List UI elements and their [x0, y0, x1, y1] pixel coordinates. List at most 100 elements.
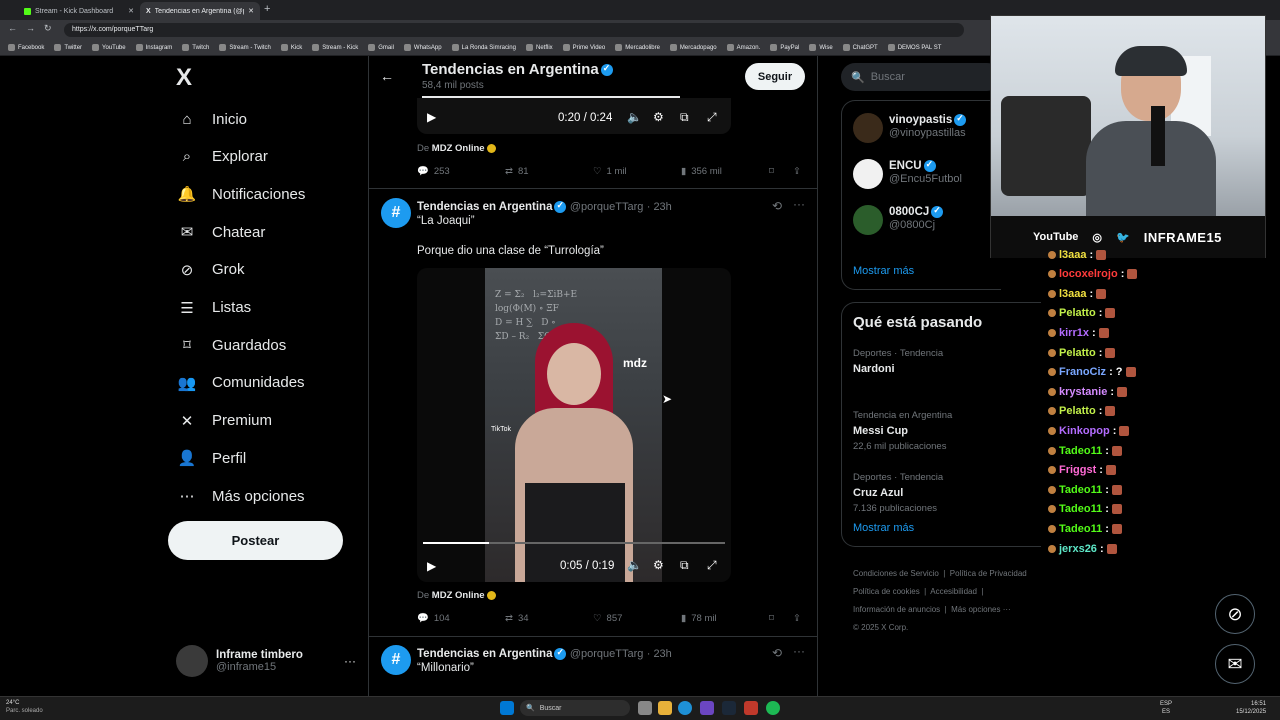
forward-icon[interactable]: →: [26, 23, 35, 33]
chat-username[interactable]: Pelatto: [1059, 347, 1096, 359]
bookmark-item[interactable]: Prime Video: [562, 44, 605, 51]
reply-button[interactable]: 💬 104: [417, 613, 505, 624]
close-icon[interactable]: ✕: [248, 7, 254, 15]
video-player[interactable]: ▶ 0:20 / 0:24 🔈 ⚙ ⧉ ⤢: [417, 98, 731, 134]
fullscreen-icon[interactable]: ⤢: [707, 558, 717, 573]
new-tab-button[interactable]: +: [264, 3, 270, 15]
discord-icon[interactable]: [700, 701, 714, 715]
chat-username[interactable]: Kinkopop: [1059, 425, 1110, 437]
volume-icon[interactable]: 🔈: [627, 110, 642, 124]
chat-username[interactable]: l3aaa: [1059, 288, 1087, 300]
trend-item[interactable]: Deportes · Tendencia Nardoni: [853, 348, 1033, 375]
bookmark-item[interactable]: Facebook: [8, 44, 44, 51]
suggested-account[interactable]: vinoypastis@vinoypastillas: [889, 113, 967, 139]
chat-username[interactable]: locoxelrojo: [1059, 268, 1118, 280]
pip-icon[interactable]: ⧉: [680, 110, 689, 125]
bookmark-item[interactable]: Amazon.: [726, 44, 760, 51]
bookmark-item[interactable]: Gmail: [368, 44, 394, 51]
chat-username[interactable]: Pelatto: [1059, 307, 1096, 319]
fullscreen-icon[interactable]: ⤢: [707, 110, 717, 125]
tweet-time[interactable]: · 23h: [647, 201, 672, 213]
reload-icon[interactable]: ↻: [44, 23, 52, 34]
follow-button[interactable]: Seguir: [745, 63, 805, 90]
chat-username[interactable]: krystanie: [1059, 386, 1107, 398]
author-name[interactable]: Tendencias en Argentina: [417, 201, 552, 213]
footer-link[interactable]: Información de anuncios: [853, 605, 940, 614]
nav-item-grok[interactable]: ⊘ Grok: [176, 252, 245, 288]
footer-link[interactable]: Política de cookies: [853, 587, 920, 596]
more-icon[interactable]: ···: [793, 197, 805, 211]
bookmark-item[interactable]: Stream - Twitch: [219, 44, 271, 51]
grok-icon[interactable]: ⟲: [772, 646, 782, 660]
account-switcher[interactable]: Inframe timbero @inframe15 ···: [176, 644, 356, 678]
source-link[interactable]: MDZ Online: [432, 143, 485, 154]
bookmark-icon[interactable]: ⌑: [769, 166, 793, 177]
trend-item[interactable]: Tendencia en Argentina Messi Cup 22,6 mil …: [853, 410, 1033, 452]
search-box[interactable]: 🔍 Buscar: [841, 63, 1001, 91]
nav-item-premium[interactable]: ✕ Premium: [176, 403, 272, 439]
language-indicator[interactable]: ESP ES: [1160, 700, 1172, 716]
settings-icon[interactable]: ⚙: [653, 110, 664, 124]
tab-kick-dashboard[interactable]: Stream - Kick Dashboard ✕: [18, 2, 140, 20]
grok-float-button[interactable]: ⊘: [1215, 594, 1255, 634]
bookmark-item[interactable]: La Ronda Simracing: [451, 44, 516, 51]
video-progress-track[interactable]: [423, 542, 725, 544]
chat-username[interactable]: jerxs26: [1059, 543, 1097, 555]
bookmark-item[interactable]: Mercadopago: [669, 44, 717, 51]
spotify-icon[interactable]: [766, 701, 780, 715]
bookmark-item[interactable]: PayPal: [770, 44, 799, 51]
messages-float-button[interactable]: ✉: [1215, 644, 1255, 684]
nav-item-explorar[interactable]: ⌕ Explorar: [176, 139, 268, 175]
chat-username[interactable]: Tadeo11: [1059, 503, 1102, 515]
chat-username[interactable]: Pelatto: [1059, 405, 1096, 417]
tab-tendencias[interactable]: X Tendencias en Argentina (@porqu ✕: [140, 2, 260, 20]
video-player[interactable]: Z = Σ₂ l₂=ΣiB+E log(Φ(M) ∘ ΞF D = H ∑ D ∘ Σ…: [417, 268, 731, 582]
avatar[interactable]: [853, 159, 883, 189]
bookmark-item[interactable]: Mercadolibre: [615, 44, 660, 51]
task-view-icon[interactable]: [638, 701, 652, 715]
chat-username[interactable]: kirr1x: [1059, 327, 1089, 339]
repost-button[interactable]: ⇄ 34: [505, 613, 593, 624]
bookmark-item[interactable]: YouTube: [92, 44, 126, 51]
footer-link[interactable]: Más opciones ···: [951, 605, 1011, 614]
pip-icon[interactable]: ⧉: [680, 558, 689, 573]
weather-widget[interactable]: 24°C Parc. soleado: [6, 699, 86, 715]
chat-username[interactable]: Friggst: [1059, 464, 1096, 476]
like-button[interactable]: ♡ 857: [593, 613, 681, 624]
nav-item-perfil[interactable]: 👤 Perfil: [176, 440, 247, 476]
views-button[interactable]: ▮ 78 mil: [681, 613, 769, 624]
close-icon[interactable]: ✕: [128, 7, 134, 15]
back-arrow-icon[interactable]: ←: [380, 68, 394, 84]
footer-link[interactable]: Accesibilidad: [930, 587, 977, 596]
source-link[interactable]: MDZ Online: [432, 590, 485, 601]
share-icon[interactable]: ⇪: [793, 166, 807, 177]
app-icon[interactable]: [744, 701, 758, 715]
chat-username[interactable]: l3aaa: [1059, 249, 1087, 261]
tweet-time[interactable]: · 23h: [647, 648, 672, 660]
nav-item-chatear[interactable]: ✉ Chatear: [176, 214, 266, 250]
post-button[interactable]: Postear: [168, 521, 343, 560]
nav-item-listas[interactable]: ☰ Listas: [176, 290, 251, 326]
share-icon[interactable]: ⇪: [793, 613, 807, 624]
chat-username[interactable]: Tadeo11: [1059, 523, 1102, 535]
suggested-account[interactable]: 0800CJ@0800Cj: [889, 205, 944, 231]
nav-item-comunidades[interactable]: 👥 Comunidades: [176, 365, 305, 401]
play-icon[interactable]: ▶: [427, 559, 436, 573]
avatar[interactable]: #: [381, 198, 411, 228]
url-input[interactable]: https://x.com/porqueTTarg: [64, 23, 964, 37]
clock[interactable]: 16:51 15/12/2025: [1236, 700, 1266, 716]
bookmark-item[interactable]: WhatsApp: [403, 44, 442, 51]
nav-item-inicio[interactable]: ⌂ Inicio: [176, 101, 247, 137]
more-icon[interactable]: ···: [793, 644, 805, 658]
file-explorer-icon[interactable]: [658, 701, 672, 715]
bookmark-icon[interactable]: ⌑: [769, 613, 793, 624]
avatar[interactable]: #: [381, 645, 411, 675]
bookmark-item[interactable]: Twitter: [54, 44, 82, 51]
bookmark-item[interactable]: Wise: [809, 44, 833, 51]
nav-item-guardados[interactable]: ⌑ Guardados: [176, 327, 286, 363]
bookmark-item[interactable]: Kick: [280, 44, 302, 51]
bookmark-item[interactable]: Stream - Kick: [312, 44, 358, 51]
author-handle[interactable]: @porqueTTarg: [570, 648, 644, 660]
settings-icon[interactable]: ⚙: [653, 558, 664, 572]
footer-link[interactable]: Política de Privacidad: [950, 569, 1027, 578]
